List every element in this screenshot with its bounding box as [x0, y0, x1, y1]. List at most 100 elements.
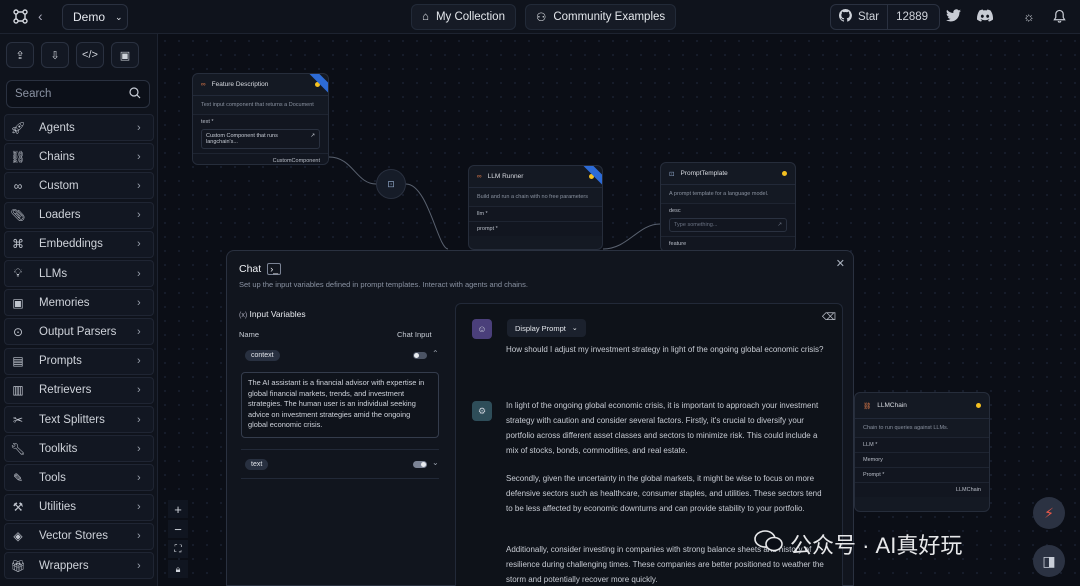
llmchain-node[interactable]: ⛓ LLMChain Chain to run queries against … — [854, 392, 990, 512]
lock-icon: 🔒︎ — [175, 563, 181, 574]
compass-icon: ⊙ — [12, 324, 24, 339]
external-link-icon[interactable]: ↗ — [310, 133, 315, 145]
bell-icon[interactable] — [1053, 9, 1066, 26]
langflow-logo-icon[interactable] — [12, 8, 30, 26]
sidebar-item-label: Agents — [39, 121, 75, 134]
node-description: Text input component that returns a Docu… — [201, 102, 314, 108]
search-placeholder: Search — [15, 88, 52, 100]
sidebar-item-label: Output Parsers — [39, 325, 117, 338]
search-icon — [129, 86, 141, 102]
lock-button[interactable]: 🔒︎ — [168, 560, 188, 578]
chevron-right-icon: › — [137, 179, 141, 192]
prompt-template-node[interactable]: ⊡ PromptTemplate A prompt template for a… — [660, 162, 796, 252]
variable-icon: (x) — [239, 312, 248, 319]
twitter-icon[interactable] — [946, 9, 961, 25]
display-prompt-button[interactable]: Display Prompt ⌄ — [507, 319, 586, 337]
code-icon: </> — [82, 49, 98, 61]
text-chat-input-toggle[interactable] — [413, 461, 427, 468]
node-field: text * Custom Component that runs langch… — [193, 114, 328, 153]
sidebar-item-custom[interactable]: ∞ Custom › — [4, 172, 154, 200]
node-output: CustomComponent — [193, 153, 328, 164]
sidebar-item-prompts[interactable]: ▤ Prompts › — [4, 347, 154, 375]
user-icon: ☺ — [477, 324, 487, 334]
layers-icon: ◈ — [13, 529, 23, 544]
col-chat-input: Chat Input — [397, 330, 432, 339]
display-prompt-label: Display Prompt — [515, 323, 566, 333]
fit-view-button[interactable]: ⛶ — [168, 540, 188, 558]
sidebar-item-tools[interactable]: ✎ Tools › — [4, 464, 154, 492]
close-icon[interactable]: ✕ — [836, 257, 845, 270]
link-icon: ⛓ — [10, 149, 26, 164]
chevron-right-icon: › — [137, 501, 141, 514]
chevron-right-icon: › — [137, 296, 141, 309]
project-name: Demo — [73, 10, 106, 24]
sidebar-item-utilities[interactable]: ⚒ Utilities › — [4, 493, 154, 521]
fit-view-icon: ⛶ — [174, 543, 182, 555]
feature-field: feature — [661, 236, 795, 251]
scissors-icon: ✂ — [12, 412, 24, 427]
community-examples-button[interactable]: ⚇ Community Examples — [525, 4, 677, 30]
field-value-box[interactable]: Custom Component that runs langchain's..… — [201, 129, 320, 149]
github-star-widget[interactable]: Star 12889 — [830, 4, 940, 30]
desc-input[interactable]: Type something... ↗ — [669, 218, 787, 232]
sidebar-item-toolkits[interactable]: 🔧︎ Toolkits › — [4, 435, 154, 463]
back-chevron-icon[interactable]: ‹ — [38, 8, 43, 24]
build-flow-button[interactable]: ⚡︎ — [1033, 497, 1065, 529]
node-title: LLMChain — [877, 402, 907, 409]
sidebar-item-output-parsers[interactable]: ⊙ Output Parsers › — [4, 318, 154, 346]
discord-icon[interactable] — [977, 9, 994, 25]
external-link-icon[interactable]: ↗ — [777, 222, 782, 228]
chevron-up-icon[interactable]: ⌃ — [432, 349, 439, 358]
project-selector[interactable]: Demo ⌄ — [62, 4, 128, 30]
chevron-right-icon: › — [137, 471, 141, 484]
wand-icon: ⚒ — [12, 500, 24, 515]
terminal-node[interactable]: ⊡ — [376, 169, 406, 199]
gift-icon: 🎁︎ — [10, 558, 26, 573]
sidebar-item-label: Wrappers — [39, 559, 89, 572]
my-collection-button[interactable]: ⌂ My Collection — [411, 4, 516, 30]
sidebar-item-vector-stores[interactable]: ◈ Vector Stores › — [4, 522, 154, 550]
sidebar-item-wrappers[interactable]: 🎁︎ Wrappers › — [4, 552, 154, 579]
sidebar-item-retrievers[interactable]: ▥ Retrievers › — [4, 376, 154, 404]
sidebar-item-label: Memories — [39, 296, 90, 309]
chevron-right-icon: › — [137, 413, 141, 426]
sidebar-item-chains[interactable]: ⛓ Chains › — [4, 143, 154, 171]
user-message: How should I adjust my investment strate… — [506, 345, 824, 354]
chat-open-button[interactable]: ◨ — [1033, 545, 1065, 577]
sidebar-item-loaders[interactable]: 📎︎ Loaders › — [4, 201, 154, 229]
zoom-out-button[interactable]: − — [168, 520, 188, 538]
paperclip-icon: 📎︎ — [10, 208, 26, 223]
import-button[interactable]: ⇪ — [6, 42, 34, 68]
export-button[interactable]: ⇩ — [41, 42, 69, 68]
eraser-icon[interactable]: ⌫ — [822, 312, 836, 323]
llm-runner-node[interactable]: ∞ LLM Runner Build and run a chain with … — [468, 165, 603, 250]
sun-icon[interactable]: ☼ — [1023, 9, 1035, 24]
chevron-down-icon[interactable]: ⌄ — [432, 458, 439, 467]
save-button[interactable]: ▣ — [111, 42, 139, 68]
feature-description-node[interactable]: ∞ Feature Description Text input compone… — [192, 73, 329, 165]
zoom-in-button[interactable]: + — [168, 500, 188, 518]
sidebar-item-text-splitters[interactable]: ✂ Text Splitters › — [4, 406, 154, 433]
code-button[interactable]: </> — [76, 42, 104, 68]
divider — [241, 449, 439, 450]
sidebar-item-memories[interactable]: ▣ Memories › — [4, 289, 154, 317]
sidebar-item-agents[interactable]: 🚀︎ Agents › — [4, 114, 154, 141]
llm-input: llm * — [469, 206, 602, 221]
github-star-segment[interactable]: Star — [831, 5, 887, 29]
sidebar-item-embeddings[interactable]: ⌘ Embeddings › — [4, 230, 154, 258]
file-download-icon: ⇩ — [50, 49, 60, 62]
sidebar-item-label: Text Splitters — [39, 413, 105, 426]
sidebar-item-llms[interactable]: 💡︎ LLMs › — [4, 260, 154, 287]
node-header: ⛓ LLMChain — [855, 393, 989, 419]
chevron-right-icon: › — [137, 384, 141, 397]
variable-text-badge[interactable]: text — [245, 459, 269, 470]
chat-icon: ◨ — [1042, 552, 1056, 569]
github-star-label: Star — [858, 11, 880, 23]
node-header: ∞ Feature Description — [193, 74, 328, 96]
search-input[interactable]: Search — [6, 80, 150, 108]
terminal-icon: ▤ — [12, 354, 24, 369]
variable-context-badge[interactable]: context — [245, 350, 280, 361]
field-label: desc — [669, 208, 681, 214]
context-textarea[interactable]: The AI assistant is a financial advisor … — [241, 372, 439, 438]
context-chat-input-toggle[interactable] — [413, 352, 427, 359]
